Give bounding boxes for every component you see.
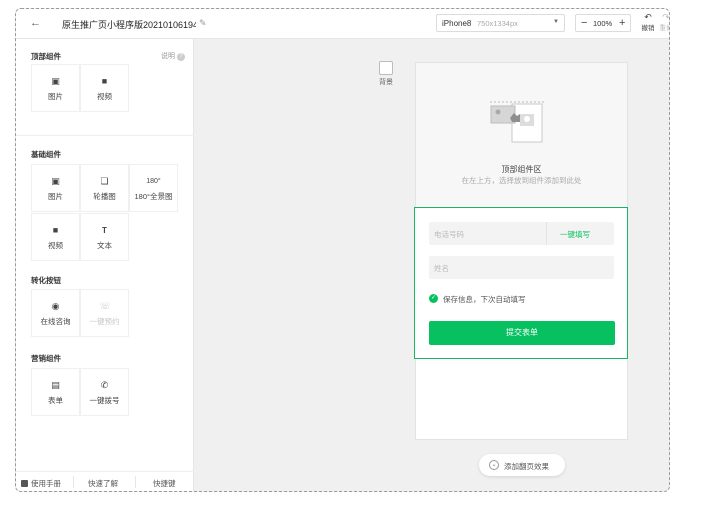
name-placeholder: 姓名: [434, 264, 449, 273]
tile-label: 轮播图: [93, 192, 116, 201]
tile-label: 图片: [48, 92, 63, 101]
page-flip-label: 添加翻页效果: [504, 462, 549, 471]
group-title-base: 基础组件: [31, 150, 61, 159]
tile-label: 在线咨询: [40, 317, 71, 326]
save-info-label: 保存信息，下次自动填写: [443, 295, 526, 304]
chevron-down-icon: ▼: [553, 19, 559, 25]
component-tile-form[interactable]: ▤ 表单: [31, 368, 80, 416]
device-select[interactable]: iPhone8 750x1334px ▼: [436, 14, 565, 32]
shortcut-link[interactable]: 快捷键: [153, 478, 176, 489]
submit-form-button[interactable]: 提交表单: [429, 321, 615, 345]
name-field[interactable]: 姓名: [429, 256, 614, 279]
group-title-convert: 转化按钮: [31, 276, 61, 285]
group-title-top: 顶部组件: [31, 52, 61, 61]
pencil-icon[interactable]: ✎: [199, 18, 209, 28]
component-tile-panorama[interactable]: 180° 180°全景图: [129, 164, 178, 212]
component-tile-consult[interactable]: ◉ 在线咨询: [31, 289, 80, 337]
phone-icon: ☏: [99, 301, 111, 311]
book-icon: [21, 480, 28, 487]
background-icon: [379, 61, 393, 75]
page-title: 原生推广页小程序版20210106194: [62, 20, 196, 30]
component-tile-text[interactable]: T 文本: [80, 213, 129, 261]
top-bar: ← 原生推广页小程序版20210106194 ✎ iPhone8 750x133…: [16, 9, 669, 39]
top-drop-zone[interactable]: 顶部组件区 在左上方，选择放到组件添加到此处: [416, 63, 627, 206]
drop-zone-hint: 在左上方，选择放到组件添加到此处: [461, 176, 582, 185]
question-icon: ?: [177, 53, 185, 61]
undo-button[interactable]: ↶ 撤销: [639, 12, 657, 36]
image-icon: ▣: [51, 76, 60, 86]
carousel-icon: ❏: [100, 176, 109, 186]
phone-preview: 顶部组件区 在左上方，选择放到组件添加到此处 电话号码 一键填写 姓名 ✓ 保存…: [414, 62, 628, 440]
undo-icon: ↶: [644, 12, 652, 22]
tile-label: 视频: [97, 92, 112, 101]
zoom-out-button[interactable]: −: [581, 17, 587, 29]
divider: [16, 135, 194, 136]
manual-link[interactable]: 使用手册: [21, 478, 61, 489]
component-tile-image[interactable]: ▣ 图片: [31, 164, 80, 212]
autofill-button[interactable]: 一键填写: [560, 229, 590, 240]
tile-label: 文本: [97, 241, 112, 250]
tile-label: 180°全景图: [134, 192, 173, 201]
component-tile-video[interactable]: ■ 视频: [31, 213, 80, 261]
divider: [73, 476, 74, 488]
device-resolution: 750x1334px: [477, 19, 518, 28]
divider: [135, 476, 136, 488]
help-label: 说明: [161, 53, 175, 60]
divider: [546, 222, 547, 245]
tile-label: 表单: [48, 396, 63, 405]
zoom-level: 100%: [593, 19, 613, 28]
dial-icon: ✆: [100, 380, 109, 390]
panorama-icon: 180°: [146, 178, 161, 185]
tile-label: 视频: [48, 241, 63, 250]
arrow-left-icon[interactable]: ←: [30, 17, 42, 29]
phone-placeholder: 电话号码: [434, 230, 464, 239]
component-panel: 顶部组件 说明? ▣ 图片 ■ 视频 基础组件 ▣ 图片 ❏ 轮播图 180° …: [16, 39, 194, 491]
text-icon: T: [102, 226, 107, 235]
form-component[interactable]: 电话号码 一键填写 姓名 ✓ 保存信息，下次自动填写 提交表单: [414, 207, 628, 359]
learn-link[interactable]: 快速了解: [88, 478, 118, 489]
background-label: 背景: [379, 79, 393, 86]
undo-label: 撤销: [641, 25, 655, 32]
redo-label: 重做: [659, 25, 670, 32]
tile-label: 一键拨号: [89, 396, 120, 405]
zoom-in-button[interactable]: +: [619, 17, 625, 29]
component-tile-video[interactable]: ■ 视频: [80, 64, 129, 112]
bottom-links: 使用手册 快速了解 快捷键: [16, 471, 194, 491]
component-tile-carousel[interactable]: ❏ 轮播图: [80, 164, 129, 212]
drag-component-illustration-icon: [490, 101, 546, 143]
background-button[interactable]: 背景: [376, 61, 396, 87]
video-icon: ■: [101, 76, 108, 86]
image-icon: ▣: [51, 176, 60, 186]
editor-frame: ← 原生推广页小程序版20210106194 ✎ iPhone8 750x133…: [15, 8, 670, 492]
drop-zone-title: 顶部组件区: [501, 165, 542, 174]
component-tile-booking: ☏ 一键预约: [80, 289, 129, 337]
phone-field[interactable]: 电话号码 一键填写: [429, 222, 614, 245]
tile-label: 图片: [48, 192, 63, 201]
redo-button[interactable]: ↷ 重做: [659, 12, 670, 36]
component-tile-dial[interactable]: ✆ 一键拨号: [80, 368, 129, 416]
form-icon: ▤: [51, 380, 60, 390]
component-tile-image[interactable]: ▣ 图片: [31, 64, 80, 112]
help-link[interactable]: 说明?: [161, 51, 185, 61]
device-name: iPhone8: [442, 19, 472, 28]
chat-icon: ◉: [51, 301, 60, 311]
add-page-flip-button[interactable]: ⌄ 添加翻页效果: [479, 454, 565, 476]
redo-icon: ↷: [662, 12, 670, 22]
checkmark-icon: ✓: [429, 294, 438, 303]
chevron-down-icon: ⌄: [489, 460, 499, 470]
zoom-control: − 100% +: [575, 14, 631, 32]
manual-label: 使用手册: [31, 479, 61, 488]
tile-label: 一键预约: [89, 317, 120, 326]
video-icon: ■: [52, 225, 59, 235]
group-title-marketing: 营销组件: [31, 354, 61, 363]
